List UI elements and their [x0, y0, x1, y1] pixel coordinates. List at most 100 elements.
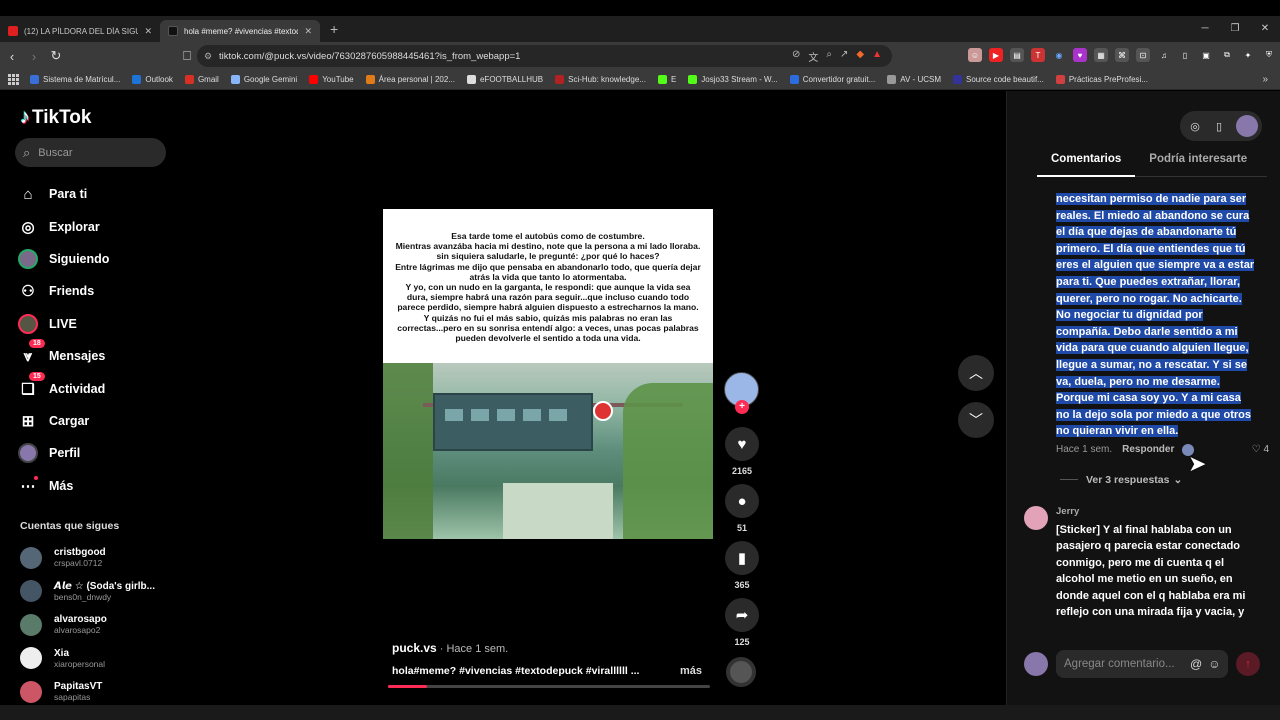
- share-action[interactable]: ➦ 125: [725, 598, 759, 647]
- extension-icon[interactable]: ♥: [1073, 48, 1087, 62]
- zoom-icon[interactable]: ⌕: [826, 49, 832, 64]
- extensions-icon[interactable]: ⧉: [1220, 48, 1234, 62]
- reload-icon[interactable]: ↻: [46, 48, 66, 64]
- sidebar-item-para-ti[interactable]: ⌂ Para ti: [17, 178, 177, 210]
- close-window-icon[interactable]: ✕: [1250, 16, 1280, 42]
- search-input[interactable]: [38, 146, 149, 159]
- following-account[interactable]: alvarosapo alvarosapo2: [20, 608, 170, 642]
- bookmark-item[interactable]: AV - UCSM: [887, 75, 941, 84]
- sidebar-item-mensajes[interactable]: ⩔ 18 Mensajes: [17, 339, 177, 372]
- bookmark-item[interactable]: E: [657, 75, 676, 84]
- comment-action[interactable]: ● 51: [725, 484, 759, 533]
- close-tab-icon[interactable]: ✕: [304, 26, 312, 37]
- bookmark-item[interactable]: Google Gemini: [230, 75, 297, 84]
- device-icon[interactable]: ▯: [1212, 120, 1226, 133]
- youtube-extension-icon[interactable]: ▶: [989, 48, 1003, 62]
- tiktok-logo[interactable]: ♪ TikTok: [20, 106, 91, 129]
- save-action[interactable]: ▮ 365: [725, 541, 759, 590]
- previous-video-button[interactable]: ︿: [958, 355, 994, 391]
- browser-tab-0[interactable]: (12) LA PÍLDORA DEL DÍA SIGUIENTE ✕: [0, 20, 160, 42]
- more-bookmarks-icon[interactable]: »: [1262, 74, 1268, 85]
- mention-icon[interactable]: @: [1190, 657, 1202, 671]
- url-text[interactable]: tiktok.com/@puck.vs/video/76302876059884…: [219, 51, 792, 62]
- bookmark-item[interactable]: Outlook: [132, 75, 173, 84]
- explore-compass-icon[interactable]: ◎: [1188, 120, 1202, 133]
- bookmark-item[interactable]: Gmail: [184, 75, 219, 84]
- extension-icon[interactable]: ▤: [1010, 48, 1024, 62]
- sidebar-item-friends[interactable]: ⚇ Friends: [17, 275, 177, 307]
- follow-plus-icon[interactable]: +: [735, 400, 749, 414]
- browser-tab-1[interactable]: hola #meme? #vivencias #textode... ✕: [160, 20, 320, 42]
- leo-icon[interactable]: ✦: [1241, 48, 1255, 62]
- sidebar-item-cargar[interactable]: ⊞ Cargar: [17, 405, 177, 437]
- music-disc-icon[interactable]: [726, 657, 756, 687]
- video-progress[interactable]: [388, 685, 710, 688]
- bookmark-item[interactable]: Sistema de Matrícul...: [30, 75, 120, 84]
- brave-shield-icon[interactable]: ◆: [856, 49, 864, 64]
- see-replies-button[interactable]: Ver 3 respuestas ⌄: [1060, 474, 1269, 486]
- comment-input[interactable]: [1064, 658, 1184, 670]
- translate-icon[interactable]: 文: [808, 49, 818, 64]
- tab-podria-interesarte[interactable]: Podría interesarte: [1135, 153, 1261, 177]
- video-caption[interactable]: hola#meme? #vivencias #textodepuck #vira…: [392, 665, 642, 677]
- extension-icon[interactable]: ⌘: [1115, 48, 1129, 62]
- minimize-icon[interactable]: ─: [1190, 16, 1220, 42]
- back-icon[interactable]: ‹: [2, 49, 22, 64]
- extension-icon[interactable]: ▦: [1094, 48, 1108, 62]
- share-arrow-icon[interactable]: ➦: [725, 598, 759, 632]
- no-tracking-icon[interactable]: ⊘: [792, 49, 800, 64]
- bookmark-item[interactable]: Source code beautif...: [953, 75, 1044, 84]
- extension-icon[interactable]: ☺: [968, 48, 982, 62]
- apps-icon[interactable]: [8, 73, 20, 86]
- bookmark-page-icon[interactable]: ⎕: [177, 48, 197, 64]
- following-account[interactable]: cristbgood crspavl.0712: [20, 541, 170, 575]
- bookmark-item[interactable]: Sci-Hub: knowledge...: [555, 75, 646, 84]
- sidebar-item-explorar[interactable]: ◎ Explorar: [17, 210, 177, 242]
- next-video-button[interactable]: ﹀: [958, 402, 994, 438]
- comment-icon[interactable]: ●: [725, 484, 759, 518]
- sidebar-item-siguiendo[interactable]: Siguiendo: [17, 243, 177, 275]
- wallet-icon[interactable]: ▣: [1199, 48, 1213, 62]
- comment-like-button[interactable]: ♡ 4: [1252, 444, 1269, 455]
- send-comment-button[interactable]: ↑: [1236, 652, 1260, 676]
- heart-icon[interactable]: ♥: [725, 427, 759, 461]
- bookmark-icon[interactable]: ▮: [725, 541, 759, 575]
- bookmark-item[interactable]: Área personal | 202...: [365, 75, 455, 84]
- extension-icon[interactable]: ◉: [1052, 48, 1066, 62]
- caption-more-button[interactable]: más: [680, 665, 702, 677]
- media-icon[interactable]: ♫: [1157, 48, 1171, 62]
- sidebar-item-más[interactable]: ⋯ Más: [17, 470, 177, 502]
- tab-comentarios[interactable]: Comentarios: [1037, 153, 1136, 177]
- reply-button[interactable]: Responder: [1122, 444, 1174, 455]
- like-action[interactable]: ♥ 2165: [725, 427, 759, 476]
- add-comment-box[interactable]: @ ☺: [1056, 650, 1228, 678]
- maximize-icon[interactable]: ❐: [1220, 16, 1250, 42]
- vpn-icon[interactable]: ⛨: [1262, 48, 1276, 62]
- sidebar-item-actividad[interactable]: ❑ 15 Actividad: [17, 371, 177, 404]
- bookmark-item[interactable]: Convertidor gratuit...: [789, 75, 875, 84]
- bookmark-item[interactable]: Josjo33 Stream - W...: [688, 75, 778, 84]
- video-player[interactable]: Esa tarde tome el autobús como de costum…: [383, 209, 713, 539]
- bookmark-item[interactable]: Prácticas PreProfesi...: [1055, 75, 1148, 84]
- following-account[interactable]: Xia xiaropersonal: [20, 642, 170, 676]
- my-avatar[interactable]: [1236, 115, 1258, 137]
- extension-icon[interactable]: T: [1031, 48, 1045, 62]
- following-account[interactable]: 𝘼𝙡𝙚 ☆ (Soda's girlb... bens0n_dnwdy: [20, 575, 170, 609]
- commenter-avatar[interactable]: [1024, 505, 1048, 530]
- bookmark-item[interactable]: YouTube: [309, 75, 354, 84]
- sidebar-item-live[interactable]: LIVE: [17, 308, 177, 340]
- site-info-icon[interactable]: ⚙: [197, 51, 219, 62]
- new-tab-button[interactable]: +: [330, 21, 338, 37]
- forward-icon[interactable]: ›: [24, 49, 44, 64]
- share-icon[interactable]: ↗: [840, 49, 848, 64]
- commenter-name[interactable]: Jerry: [1056, 506, 1251, 517]
- sidebar-icon[interactable]: ▯: [1178, 48, 1192, 62]
- search-box[interactable]: ⌕: [15, 138, 166, 167]
- video-author[interactable]: puck.vs · Hace 1 sem.: [392, 641, 508, 655]
- emoji-icon[interactable]: ☺: [1208, 657, 1220, 671]
- address-bar[interactable]: ⚙ tiktok.com/@puck.vs/video/763028760598…: [197, 45, 892, 67]
- following-account[interactable]: PapitasVT sapapitas: [20, 675, 170, 709]
- sidebar-item-perfil[interactable]: Perfil: [17, 437, 177, 469]
- extension-icon[interactable]: ⊡: [1136, 48, 1150, 62]
- bookmark-item[interactable]: eFOOTBALLHUB: [466, 75, 543, 84]
